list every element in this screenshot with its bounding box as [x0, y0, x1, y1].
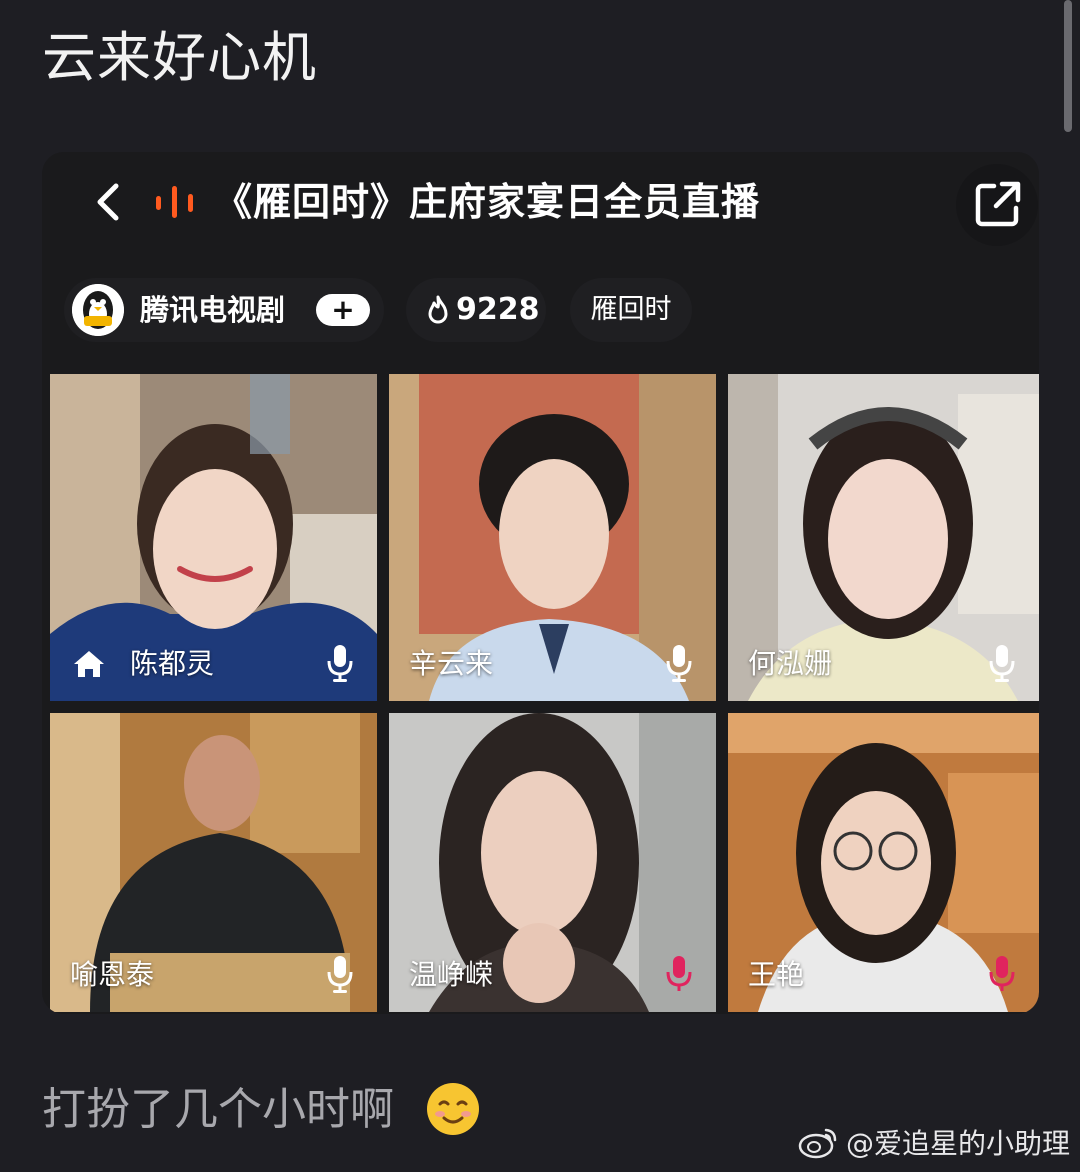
smiling-face-emoji [427, 1083, 479, 1135]
live-top-bar: 《雁回时》庄府家宴日全员直播 [42, 152, 1039, 256]
drama-tag[interactable]: 雁回时 [570, 278, 692, 342]
share-button[interactable] [956, 164, 1038, 246]
microphone-icon [989, 645, 1015, 682]
watermark-text: @爱追星的小助理 [845, 1127, 1070, 1160]
participant-tile[interactable]: 喻恩泰 [50, 713, 377, 1012]
flame-icon [428, 295, 448, 324]
participant-tile[interactable]: 王艳 [728, 713, 1039, 1012]
chevron-left-icon [97, 183, 119, 221]
weibo-watermark: @爱追星的小助理 [798, 1124, 1070, 1164]
channel-pill[interactable]: 腾讯电视剧 + [64, 278, 384, 342]
post-caption: 打扮了几个小时啊 [42, 1084, 394, 1135]
microphone-muted-icon [666, 956, 692, 991]
participant-name: 温峥嵘 [409, 958, 494, 991]
live-bars-icon [154, 186, 196, 218]
channel-info-bar: 腾讯电视剧 + 9228 雁回时 [42, 274, 1039, 346]
participant-tile[interactable]: 何泓姗 [728, 374, 1039, 701]
microphone-icon [327, 645, 353, 682]
participant-tile[interactable]: 辛云来 [389, 374, 716, 701]
participant-tile[interactable]: 温峥嵘 [389, 713, 716, 1012]
heat-pill: 9228 [406, 278, 546, 342]
back-button[interactable] [88, 178, 132, 226]
live-title: 《雁回时》庄府家宴日全员直播 [214, 179, 761, 224]
participant-name: 喻恩泰 [70, 958, 155, 991]
weibo-icon [798, 1128, 837, 1159]
microphone-icon [327, 956, 353, 993]
host-home-icon [74, 651, 104, 677]
participant-name: 辛云来 [409, 647, 494, 680]
microphone-muted-icon [989, 956, 1015, 991]
share-external-icon [975, 181, 1021, 227]
participant-name: 何泓姗 [748, 647, 833, 680]
participant-name: 陈都灵 [130, 647, 215, 680]
post-title: 云来好心机 [42, 26, 317, 89]
participant-name: 王艳 [748, 958, 805, 991]
follow-button[interactable]: + [316, 294, 370, 326]
channel-name: 腾讯电视剧 [140, 293, 286, 327]
microphone-icon [666, 645, 692, 682]
participant-tile[interactable]: 陈都灵 [50, 374, 377, 701]
drama-tag-label: 雁回时 [590, 294, 672, 325]
penguin-avatar[interactable] [72, 284, 124, 336]
live-screenshot-card[interactable]: 《雁回时》庄府家宴日全员直播 腾讯电视剧 + 9228 雁回时 陈都灵 辛云来 … [42, 152, 1039, 1014]
scrollbar[interactable] [1064, 0, 1072, 132]
participant-grid: 陈都灵 辛云来 何泓姗 喻恩泰 温峥嵘 王艳 [50, 374, 1039, 1012]
heat-value: 9228 [456, 292, 540, 327]
follow-label: + [331, 293, 355, 326]
